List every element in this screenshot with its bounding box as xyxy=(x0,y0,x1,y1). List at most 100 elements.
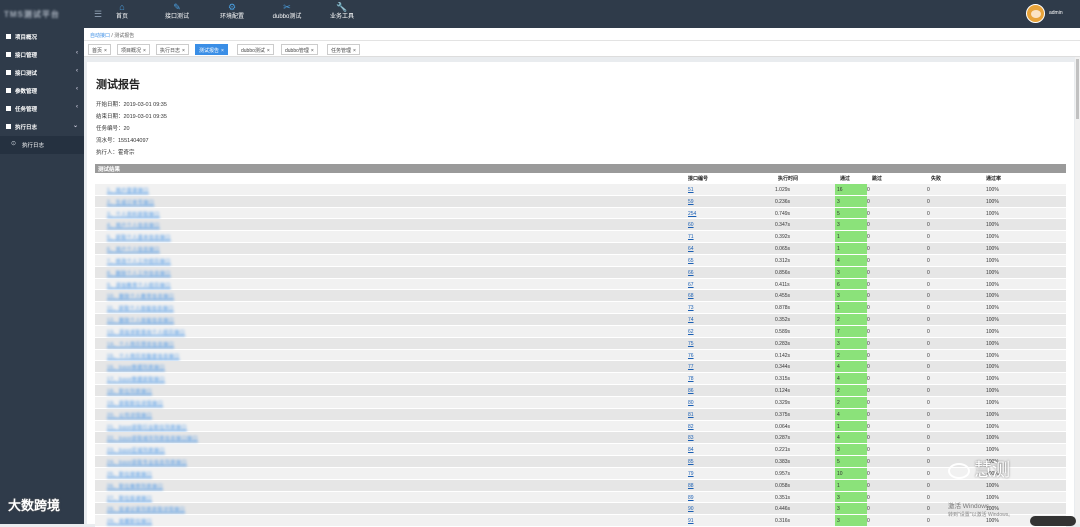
row-interface-id[interactable]: 68 xyxy=(688,293,694,299)
row-name[interactable]: 28、投递记录列表获取详情接口 xyxy=(107,506,185,513)
close-icon[interactable]: × xyxy=(143,48,146,54)
row-interface-id[interactable]: 77 xyxy=(688,364,694,370)
sidebar-subitem-0[interactable]: ⊙ 执行日志 xyxy=(0,136,84,154)
tab-0[interactable]: 首页 × xyxy=(88,44,111,55)
row-interface-id[interactable]: 91 xyxy=(688,518,694,524)
row-interface-id[interactable]: 74 xyxy=(688,317,694,323)
row-interface-id[interactable]: 254 xyxy=(688,211,696,217)
row-name[interactable]: 16、base数据列表接口 xyxy=(107,364,165,371)
row-interface-id[interactable]: 90 xyxy=(688,506,694,512)
row-interface-id[interactable]: 66 xyxy=(688,270,694,276)
row-interface-id[interactable]: 76 xyxy=(688,353,694,359)
tab-2[interactable]: 执行日志 × xyxy=(156,44,189,55)
row-interface-id[interactable]: 79 xyxy=(688,471,694,477)
close-icon[interactable]: × xyxy=(221,48,224,54)
row-name[interactable]: 24、base获取专业信息列表接口 xyxy=(107,459,187,466)
scrollbar[interactable] xyxy=(1075,57,1080,524)
close-icon[interactable]: × xyxy=(267,48,270,54)
row-interface-id[interactable]: 71 xyxy=(688,234,694,240)
row-name[interactable]: 8、删除个人工作信息接口 xyxy=(107,270,171,277)
row-interface-id[interactable]: 88 xyxy=(688,483,694,489)
topnav-item-1[interactable]: ✎ 接口测试 xyxy=(149,2,205,26)
row-name[interactable]: 17、base数据获取接口 xyxy=(107,376,165,383)
row-name[interactable]: 3、个人资料获取接口 xyxy=(107,211,160,218)
row-interface-id[interactable]: 51 xyxy=(688,187,694,193)
scrollbar-thumb[interactable] xyxy=(1076,59,1079,119)
floating-pill[interactable] xyxy=(1030,516,1076,526)
row-name[interactable]: 13、添加求职意向个人经历接口 xyxy=(107,329,185,336)
row-interface-id[interactable]: 85 xyxy=(688,459,694,465)
row-name[interactable]: 4、用户个人信息接口 xyxy=(107,222,160,229)
row-name[interactable]: 22、base获取城市列表信息接口接口 xyxy=(107,435,198,442)
row-exec-time: 0.411s xyxy=(775,281,790,288)
row-interface-id[interactable]: 62 xyxy=(688,329,694,335)
row-name[interactable]: 15、个人简历完整度信息接口 xyxy=(107,353,180,360)
row-name[interactable]: 11、获取个人技能信息接口 xyxy=(107,305,174,312)
row-interface-id[interactable]: 81 xyxy=(688,412,694,418)
sidebar-item-3[interactable]: 参数管理 ‹ xyxy=(0,82,84,100)
row-name[interactable]: 14、个人简历预览信息接口 xyxy=(107,341,174,348)
row-exec-time: 0.383s xyxy=(775,459,791,466)
sidebar-item-icon xyxy=(6,70,11,75)
row-name[interactable]: 18、职位列表接口 xyxy=(107,388,152,395)
breadcrumb: 自动接口 / 测试报告 xyxy=(84,28,1080,41)
row-name[interactable]: 27、职位投递接口 xyxy=(107,495,152,502)
chevron-left-icon: ‹ xyxy=(76,104,78,110)
close-icon[interactable]: × xyxy=(182,48,185,54)
breadcrumb-home[interactable]: 自动接口 xyxy=(90,33,110,39)
row-interface-id[interactable]: 80 xyxy=(688,400,694,406)
row-name[interactable]: 6、用户个人信息接口 xyxy=(107,246,160,253)
close-icon[interactable]: × xyxy=(311,48,314,54)
row-interface-id[interactable]: 73 xyxy=(688,305,694,311)
row-skip: 0 xyxy=(867,269,870,276)
row-name[interactable]: 7、修改个人工作经历接口 xyxy=(107,258,171,265)
row-name[interactable]: 25、职位搜索接口 xyxy=(107,471,152,478)
sidebar-item-1[interactable]: 接口管理 ‹ xyxy=(0,46,84,64)
row-interface-id[interactable]: 78 xyxy=(688,376,694,382)
sidebar-item-icon xyxy=(6,88,11,93)
logo[interactable]: TMS测试平台 xyxy=(0,0,84,28)
close-icon[interactable]: × xyxy=(104,48,107,54)
col-skip: 跳过 xyxy=(872,176,883,182)
close-icon[interactable]: × xyxy=(353,48,356,54)
row-name[interactable]: 21、base获取行业职位列表接口 xyxy=(107,424,187,431)
sidebar-item-4[interactable]: 任务管理 ‹ xyxy=(0,100,84,118)
row-name[interactable]: 19、获取职位详情接口 xyxy=(107,400,163,407)
user-menu[interactable]: admin xyxy=(1026,4,1078,24)
sidebar-item-0[interactable]: 项目概况 xyxy=(0,28,84,46)
row-interface-id[interactable]: 84 xyxy=(688,447,694,453)
row-name[interactable]: 1、用户登录接口 xyxy=(107,187,149,194)
sidebar-item-5[interactable]: 执行日志 ⌄ xyxy=(0,118,84,136)
row-interface-id[interactable]: 64 xyxy=(688,246,694,252)
row-interface-id[interactable]: 86 xyxy=(688,388,694,394)
row-interface-id[interactable]: 59 xyxy=(688,199,694,205)
row-interface-id[interactable]: 60 xyxy=(688,222,694,228)
row-name[interactable]: 23、base区域列表接口 xyxy=(107,447,165,454)
row-interface-id[interactable]: 67 xyxy=(688,282,694,288)
tab-6[interactable]: 任务管理 × xyxy=(327,44,360,55)
row-name[interactable]: 9、添加教育个人经历接口 xyxy=(107,282,171,289)
row-name[interactable]: 5、获取个人基本信息接口 xyxy=(107,234,171,241)
row-name[interactable]: 26、职位推荐列表接口 xyxy=(107,483,163,490)
tab-5[interactable]: dubbo管理 × xyxy=(281,44,318,55)
topnav-item-4[interactable]: 🔧 业务工具 xyxy=(314,2,370,26)
row-name[interactable]: 12、删除个人技能信息接口 xyxy=(107,317,174,324)
row-interface-id[interactable]: 82 xyxy=(688,424,694,430)
row-interface-id[interactable]: 83 xyxy=(688,435,694,441)
row-name[interactable]: 20、公司详情接口 xyxy=(107,412,152,419)
sidebar-item-2[interactable]: 接口测试 ‹ xyxy=(0,64,84,82)
row-interface-id[interactable]: 65 xyxy=(688,258,694,264)
topnav-item-3[interactable]: ✂ dubbo测试 xyxy=(259,2,315,26)
row-name[interactable]: 2、生成订单号接口 xyxy=(107,199,154,206)
row-interface-id[interactable]: 89 xyxy=(688,495,694,501)
tab-1[interactable]: 项目概况 × xyxy=(117,44,150,55)
avatar[interactable] xyxy=(1026,4,1045,23)
row-interface-id[interactable]: 75 xyxy=(688,341,694,347)
tab-4[interactable]: dubbo测试 × xyxy=(237,44,274,55)
topnav-item-0[interactable]: ⌂ 首页 xyxy=(94,2,150,26)
row-name[interactable]: 10、删除个人教育信息接口 xyxy=(107,293,174,300)
tab-3[interactable]: 测试报告 × xyxy=(195,44,228,55)
topnav-item-2[interactable]: ⚙ 环境配置 xyxy=(204,2,260,26)
row-name[interactable]: 29、收藏职位接口 xyxy=(107,518,152,525)
row-fail: 0 xyxy=(927,459,930,466)
